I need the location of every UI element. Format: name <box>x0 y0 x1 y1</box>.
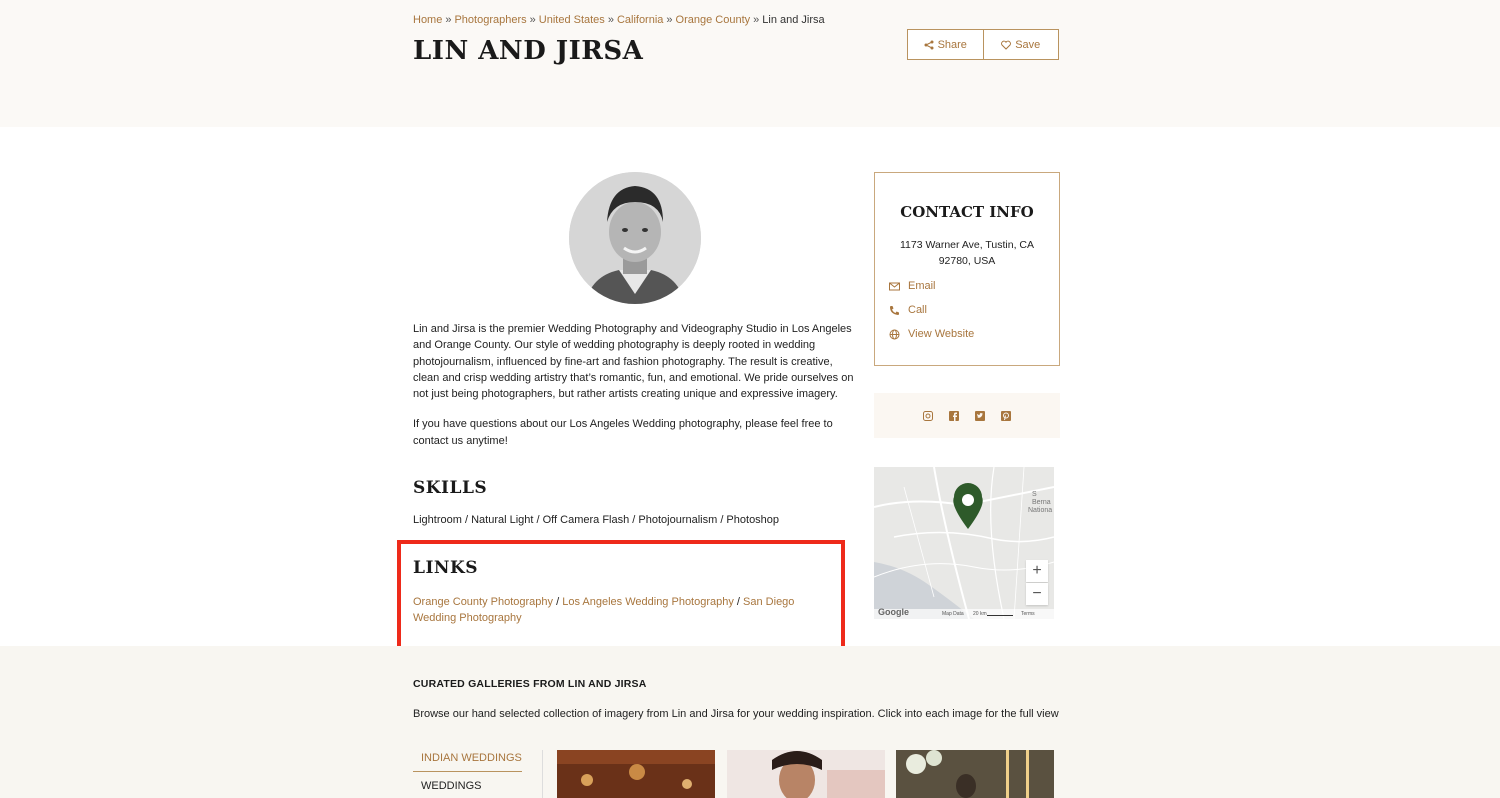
google-logo: Google <box>878 607 909 617</box>
link-los-angeles-wedding-photography[interactable]: Los Angeles Wedding Photography <box>562 596 734 608</box>
gallery-thumbnail[interactable] <box>896 750 1054 798</box>
gallery-tab-underline <box>413 771 522 772</box>
share-icon <box>924 40 934 49</box>
skills-list: Lightroom / Natural Light / Off Camera F… <box>413 514 780 526</box>
map-zoom-out-button[interactable]: − <box>1026 583 1048 605</box>
galleries-heading: CURATED GALLERIES FROM LIN AND JIRSA <box>413 678 647 690</box>
phone-icon <box>890 305 899 315</box>
breadcrumb-orange-county[interactable]: Orange County <box>676 14 751 26</box>
galleries-description: Browse our hand selected collection of i… <box>413 708 1059 720</box>
contact-website-link[interactable]: View Website <box>889 328 974 340</box>
breadcrumb-united-states[interactable]: United States <box>539 14 605 26</box>
map-label-line: Berna <box>1032 499 1051 506</box>
bio-paragraph: Lin and Jirsa is the premier Wedding Pho… <box>413 323 854 401</box>
breadcrumb-home[interactable]: Home <box>413 14 442 26</box>
contact-call-label: Call <box>908 304 927 316</box>
envelope-icon <box>889 282 900 290</box>
map-label-line: S <box>1032 491 1037 498</box>
skills-heading: SKILLS <box>413 478 488 498</box>
links-separator: / <box>553 596 563 608</box>
gallery-thumbnail[interactable] <box>557 750 715 798</box>
bio-paragraph: If you have questions about our Los Ange… <box>413 418 833 447</box>
pinterest-icon[interactable] <box>1000 410 1012 422</box>
contact-email-link[interactable]: Email <box>889 280 936 292</box>
map-terms-link[interactable]: Terms <box>1021 611 1035 617</box>
links-heading: LINKS <box>413 558 478 578</box>
contact-email-label: Email <box>908 280 936 292</box>
map-scale: 20 km <box>973 611 987 617</box>
map-place-label: S Berna Nationa <box>1028 491 1052 515</box>
globe-icon <box>889 329 900 339</box>
gallery-thumbnail[interactable] <box>727 750 885 798</box>
gallery-tab-indian-weddings[interactable]: INDIAN WEDDINGS <box>421 752 522 764</box>
contact-address: 1173 Warner Ave, Tustin, CA 92780, USA <box>899 239 1035 267</box>
action-buttons: Share Save <box>907 29 1059 60</box>
map-label-line: Nationa <box>1028 507 1053 514</box>
save-button[interactable]: Save <box>982 30 1059 59</box>
breadcrumb-separator: » <box>445 14 452 26</box>
social-links <box>874 393 1060 438</box>
gallery-tab-weddings[interactable]: WEDDINGS <box>421 780 482 792</box>
bio: Lin and Jirsa is the premier Wedding Pho… <box>413 321 858 449</box>
breadcrumb-separator: » <box>753 14 760 26</box>
breadcrumb-california[interactable]: California <box>617 14 663 26</box>
map-data-link[interactable]: Map Data <box>942 611 964 617</box>
contact-heading: CONTACT INFO <box>900 203 1034 221</box>
breadcrumb-separator: » <box>607 14 614 26</box>
links-list: Orange County Photography / Los Angeles … <box>413 594 838 627</box>
avatar <box>569 172 701 304</box>
contact-website-label: View Website <box>908 328 975 340</box>
map-scale-bar <box>987 615 1013 616</box>
gallery-divider <box>542 750 543 798</box>
facebook-icon[interactable] <box>948 410 960 422</box>
contact-call-link[interactable]: Call <box>889 304 927 316</box>
share-button[interactable]: Share <box>908 30 983 59</box>
location-map[interactable]: S Berna Nationa + − Google Map Data 20 k… <box>874 467 1054 619</box>
breadcrumb: Home» Photographers» United States» Califor… <box>413 14 825 26</box>
contact-info-box: CONTACT INFO 1173 Warner Ave, Tustin, CA… <box>874 172 1060 366</box>
breadcrumb-photographers[interactable]: Photographers <box>454 14 526 26</box>
save-label: Save <box>1015 38 1041 51</box>
breadcrumb-separator: » <box>666 14 673 26</box>
twitter-icon[interactable] <box>974 410 986 422</box>
links-separator: / <box>733 596 744 608</box>
breadcrumb-current: Lin and Jirsa <box>762 14 825 26</box>
map-zoom-in-button[interactable]: + <box>1026 560 1048 582</box>
heart-icon <box>1001 40 1012 50</box>
page-title: LIN AND JIRSA <box>413 36 644 66</box>
map-footer: Google Map Data 20 km Terms <box>874 607 1054 619</box>
link-orange-county-photography[interactable]: Orange County Photography <box>413 596 553 608</box>
breadcrumb-separator: » <box>529 14 536 26</box>
share-label: Share <box>937 38 967 51</box>
instagram-icon[interactable] <box>922 410 934 422</box>
